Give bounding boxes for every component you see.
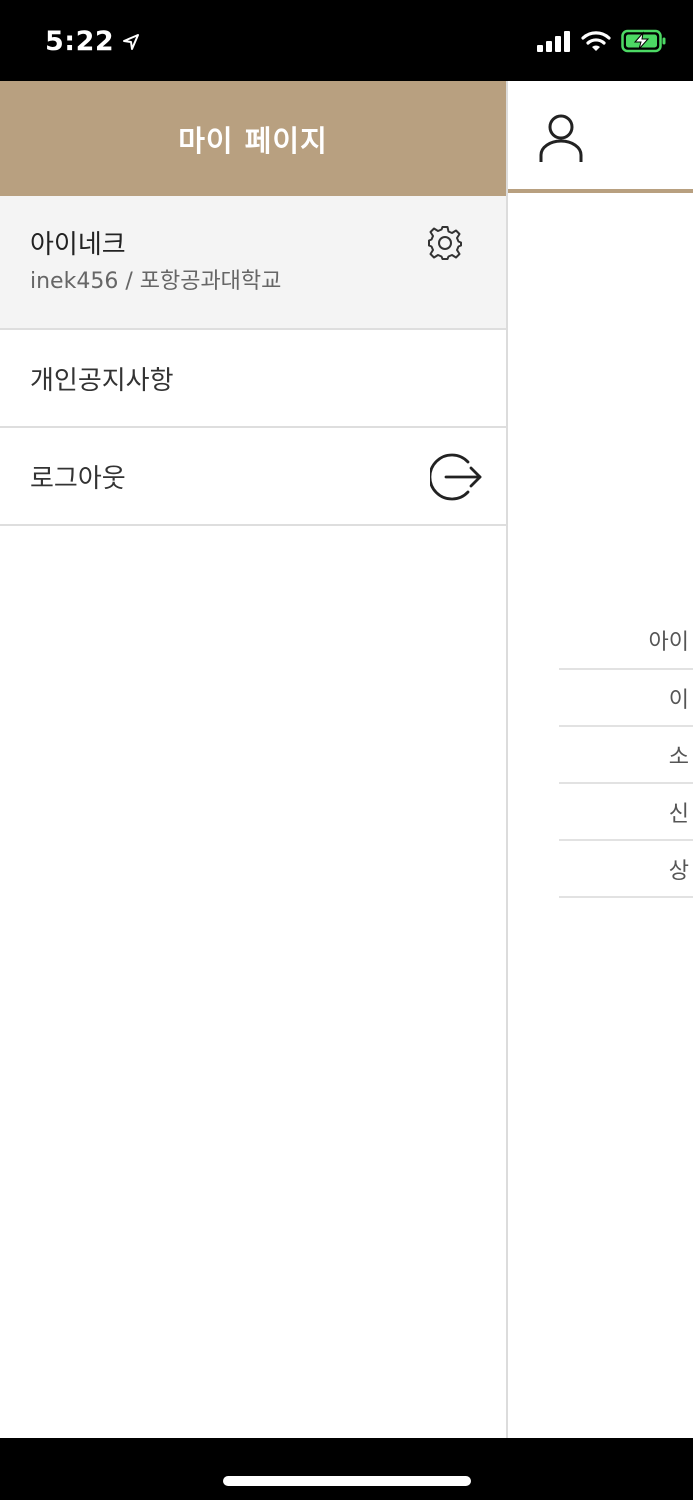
list-item-label: 소 xyxy=(668,744,689,770)
gear-icon[interactable] xyxy=(425,223,465,263)
list-item[interactable]: 이 xyxy=(559,670,693,727)
status-bar: 5:22 xyxy=(0,0,693,81)
user-icon[interactable] xyxy=(538,113,584,163)
status-time-group: 5:22 xyxy=(45,26,140,57)
list-item-label: 이 xyxy=(668,687,689,713)
list-item[interactable]: 신 xyxy=(559,784,693,841)
profile-subtitle: inek456 / 포항공과대학교 xyxy=(30,269,282,294)
app-screen: 5:22 아이 이 소 신 상 마이 페이지 아이네크 inek456 / 포항… xyxy=(0,0,693,1500)
list-item[interactable]: 소 xyxy=(559,727,693,784)
list-item-label: 아이 xyxy=(648,630,689,655)
main-header xyxy=(508,81,693,193)
wifi-icon xyxy=(581,31,611,51)
list-item-label: 신 xyxy=(668,801,689,827)
side-drawer: 마이 페이지 아이네크 inek456 / 포항공과대학교 개인공지사항 로그아… xyxy=(0,81,508,1438)
cellular-signal-icon xyxy=(537,31,570,52)
drawer-header: 마이 페이지 xyxy=(0,81,506,196)
main-list: 아이 이 소 신 상 xyxy=(559,612,693,898)
logout-icon[interactable] xyxy=(430,450,484,504)
list-item[interactable]: 상 xyxy=(559,841,693,898)
profile-name: 아이네크 xyxy=(30,230,126,260)
main-page: 아이 이 소 신 상 xyxy=(508,81,693,1438)
list-item-label: 상 xyxy=(668,858,689,884)
menu-item-logout[interactable]: 로그아웃 xyxy=(0,428,506,526)
list-item[interactable]: 아이 xyxy=(559,612,693,670)
drawer-title: 마이 페이지 xyxy=(178,123,328,158)
menu-item-personal-notices[interactable]: 개인공지사항 xyxy=(0,330,506,428)
profile-section[interactable]: 아이네크 inek456 / 포항공과대학교 xyxy=(0,196,506,330)
status-icons xyxy=(537,29,667,53)
location-arrow-icon xyxy=(123,33,140,50)
home-indicator[interactable] xyxy=(223,1476,471,1486)
status-time: 5:22 xyxy=(45,26,115,57)
menu-item-label: 로그아웃 xyxy=(30,463,126,494)
menu-item-label: 개인공지사항 xyxy=(30,365,174,396)
home-indicator-area xyxy=(0,1438,693,1500)
battery-charging-icon xyxy=(621,29,666,53)
